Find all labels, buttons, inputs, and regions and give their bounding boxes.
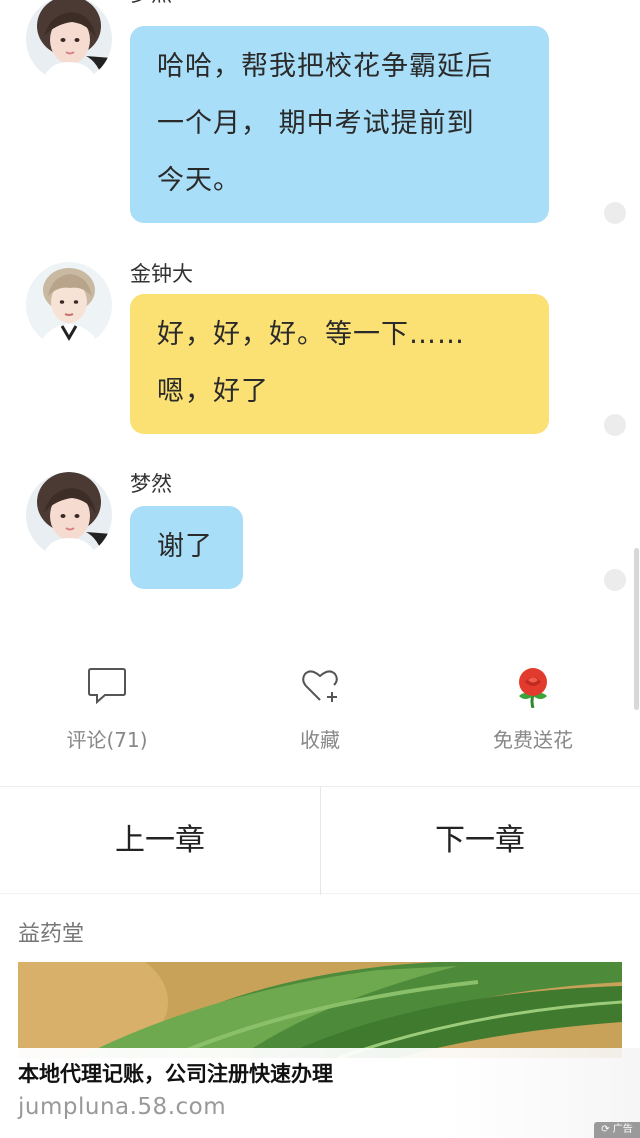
sender-name: 金钟大 [130, 262, 193, 286]
ad-url: jumpluna.58.com [18, 1094, 227, 1120]
message-line: 今天。 [157, 165, 241, 196]
send-flower-button[interactable]: 免费送花 [426, 650, 640, 770]
message-line: 谢了 [157, 531, 213, 562]
heart-plus-icon [302, 670, 338, 702]
avatar[interactable] [26, 472, 112, 558]
speech-bubble-icon [88, 668, 126, 705]
girl-avatar-icon [26, 0, 112, 82]
message-line: 嗯，好了 [157, 376, 269, 407]
avatar[interactable] [26, 0, 112, 82]
status-dot [604, 202, 626, 224]
comment-button[interactable]: 评论(71) [0, 650, 214, 770]
status-dot [604, 569, 626, 591]
avatar[interactable] [26, 262, 112, 348]
ad-badge: ⟳ 广告 [594, 1122, 640, 1138]
comment-label: 评论(71) [66, 728, 148, 752]
boy-avatar-icon [26, 262, 112, 348]
message-bubble[interactable]: 哈哈，帮我把校花争霸延后 一个月， 期中考试提前到 今天。 [130, 26, 549, 223]
message-line: 好，好，好。等一下…… [157, 319, 465, 350]
favorite-label: 收藏 [300, 728, 340, 752]
sender-name: 梦然 [130, 0, 172, 8]
message-bubble[interactable]: 谢了 [130, 506, 243, 589]
chapter-navigation: 上一章 下一章 [0, 786, 640, 895]
prev-chapter-button[interactable]: 上一章 [0, 787, 320, 895]
ad-title: 本地代理记账，公司注册快速办理 [18, 1062, 333, 1086]
flower-label: 免费送花 [493, 728, 573, 752]
action-bar: 评论(71) 收藏 免费送花 [0, 650, 640, 780]
ad-source: 益药堂 [18, 922, 85, 947]
girl-avatar-icon [26, 472, 112, 558]
message-bubble[interactable]: 好，好，好。等一下…… 嗯，好了 [130, 294, 549, 434]
sender-name: 梦然 [130, 472, 172, 496]
rose-icon [519, 668, 547, 708]
message-line: 一个月， 期中考试提前到 [157, 108, 475, 139]
chat-area: 梦然 哈哈，帮我把校花争霸延后 一个月， 期中考试提前到 今天。 金钟大 [0, 0, 640, 640]
ad-banner[interactable]: 益药堂 本地代理记账，公司注册快速办理 jumpluna.58.com [0, 900, 640, 1138]
ad-image[interactable] [18, 962, 622, 1058]
ad-caption[interactable]: 本地代理记账，公司注册快速办理 jumpluna.58.com [0, 1048, 640, 1138]
okra-photo [18, 962, 622, 1058]
favorite-button[interactable]: 收藏 [213, 650, 427, 770]
status-dot [604, 414, 626, 436]
next-chapter-button[interactable]: 下一章 [320, 787, 640, 895]
message-line: 哈哈，帮我把校花争霸延后 [157, 51, 493, 82]
